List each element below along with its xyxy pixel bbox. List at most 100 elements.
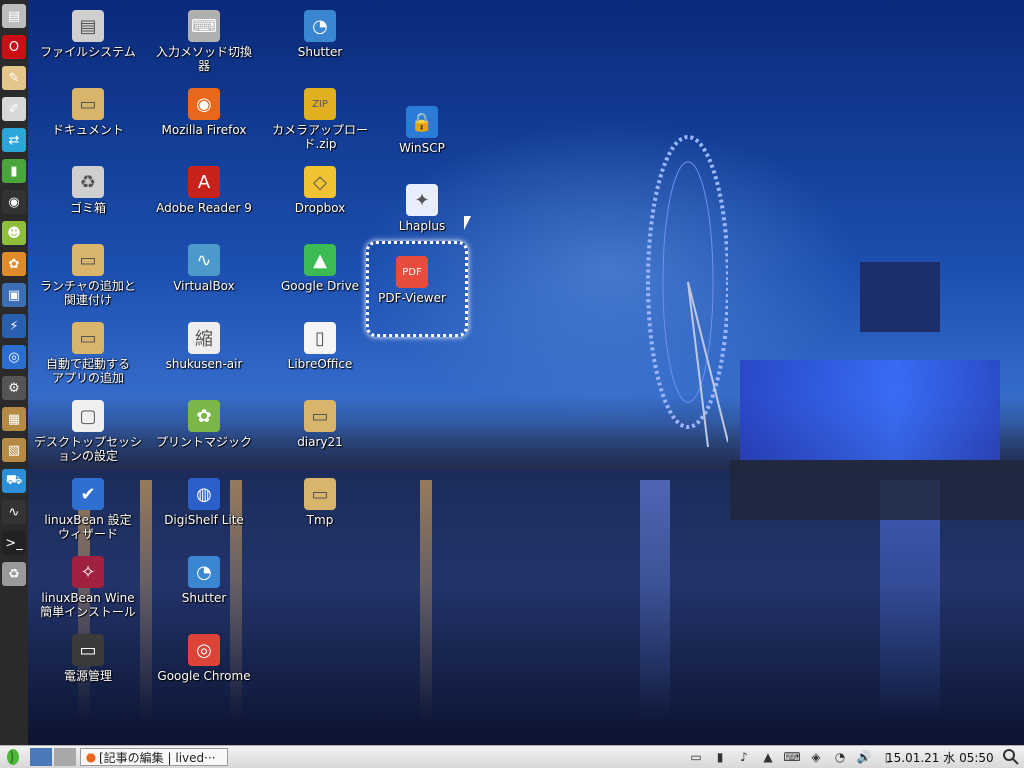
magnifier-icon[interactable] xyxy=(1002,748,1020,766)
google-drive-icon: ▲ xyxy=(304,244,336,276)
desktop-icon[interactable]: ▭ 電源管理 xyxy=(30,634,146,683)
desktop-icon-label: LibreOffice xyxy=(287,357,353,371)
desktop-icon[interactable]: ✿ プリントマジック xyxy=(146,400,262,449)
paint-icon[interactable]: ✿ xyxy=(2,252,26,276)
desktop-icon[interactable]: ZIP カメラアップロー ド.zip xyxy=(262,88,378,151)
image-viewer-icon[interactable]: ▣ xyxy=(2,283,26,307)
desktop-icon-label: Shutter xyxy=(297,45,343,59)
shutter-icon[interactable]: ◔ xyxy=(832,749,848,765)
desktop-icon[interactable]: ∿ VirtualBox xyxy=(146,244,262,293)
drive-icon[interactable]: ▤ xyxy=(2,4,26,28)
installer-icon[interactable]: ▧ xyxy=(2,438,26,462)
desktop-icon-label: WinSCP xyxy=(399,141,445,155)
folder-icon: ▭ xyxy=(72,244,104,276)
clock[interactable]: 15.01.21 水 05:50 xyxy=(886,748,994,766)
green-app-icon[interactable]: ▮ xyxy=(2,159,26,183)
virtualbox-icon: ∿ xyxy=(188,244,220,276)
desktop-icon[interactable]: A Adobe Reader 9 xyxy=(146,166,262,215)
keyboard-icon[interactable]: ⌨ xyxy=(783,749,800,765)
desktop-icon[interactable]: ◉ Mozilla Firefox xyxy=(146,88,262,137)
libreoffice-icon: ▯ xyxy=(304,322,336,354)
desktop-icon[interactable]: ▭ ランチャの追加と 関連付け xyxy=(30,244,146,307)
ferris-wheel xyxy=(646,135,728,448)
lightning-icon[interactable]: ⚡ xyxy=(2,314,26,338)
desktop-icon[interactable]: ◇ Dropbox xyxy=(262,166,378,215)
monitor-icon[interactable]: ∿ xyxy=(2,500,26,524)
network-icon[interactable]: ⇄ xyxy=(2,128,26,152)
adobe-reader-icon: A xyxy=(188,166,220,198)
taskbar: ● [記事の編集 | lived··· ▭ ▮ ♪ ▲ ⌨ ◈ ◔ 🔊 ▯ 15.01.21 水… xyxy=(0,745,1024,768)
desktop-icon[interactable]: ▭ 自動で起動する アプリの追加 xyxy=(30,322,146,385)
desktop-icon[interactable]: 🔒 WinSCP xyxy=(364,106,480,155)
app-launcher: ▤ O ✎ ✐ ⇄ ▮ ◉ ☻ ✿ ▣ ⚡ ◎ ⚙ ▦ ▧ ⛟ ∿ >_ ♻ xyxy=(0,0,28,746)
desktop-icon[interactable]: ▯ LibreOffice xyxy=(262,322,378,371)
drive-icon[interactable]: ▲ xyxy=(760,749,776,765)
folder-icon: ▭ xyxy=(72,88,104,120)
firefox-icon: ● xyxy=(85,750,97,764)
zip-icon: ZIP xyxy=(304,88,336,120)
digishelf-icon: ◍ xyxy=(188,478,220,510)
desktop-icon[interactable]: ✦ Lhaplus xyxy=(364,184,480,233)
desktop-icon[interactable]: ▭ Tmp xyxy=(262,478,378,527)
wizard-icon: ✔ xyxy=(72,478,104,510)
desktop-icon[interactable]: ✔ linuxBean 設定 ウィザード xyxy=(30,478,146,541)
desktop-icon[interactable]: 縮 shukusen-air xyxy=(146,322,262,371)
speaker-icon[interactable]: 🔊 xyxy=(856,749,872,765)
notes-icon[interactable]: ✎ xyxy=(2,66,26,90)
desktop-icon-label: shukusen-air xyxy=(165,357,243,371)
desktop-icon-label: 電源管理 xyxy=(63,669,112,683)
workspace-1[interactable] xyxy=(30,748,52,766)
desktop-icon-label: diary21 xyxy=(297,435,343,449)
desktop-icon[interactable]: ◔ Shutter xyxy=(146,556,262,605)
desktop-icon[interactable]: ▭ diary21 xyxy=(262,400,378,449)
cart-icon[interactable]: ⛟ xyxy=(2,469,26,493)
desktop-icon-label: プリントマジック xyxy=(155,435,252,449)
desktop-icon-label: 自動で起動する アプリの追加 xyxy=(45,357,130,385)
desktop-icon[interactable]: ◔ Shutter xyxy=(262,10,378,59)
desktop-icon[interactable]: ▢ デスクトップセッシ ョンの設定 xyxy=(30,400,146,463)
desktop-icon-label: ゴミ箱 xyxy=(69,201,106,215)
desktop-icon[interactable]: ◍ DigiShelf Lite xyxy=(146,478,262,527)
workspace-2[interactable] xyxy=(54,748,76,766)
frog-icon[interactable]: ☻ xyxy=(2,221,26,245)
desktop-icon[interactable]: ✧ linuxBean Wine 簡単インストール xyxy=(30,556,146,619)
winscp-icon: 🔒 xyxy=(406,106,438,138)
desktop-icon-label: Adobe Reader 9 xyxy=(156,201,252,215)
wallpaper-tower xyxy=(860,262,940,332)
printmagic-icon: ✿ xyxy=(188,400,220,432)
wallpaper-embankment xyxy=(730,460,1024,520)
volume-icon[interactable]: ♪ xyxy=(736,749,752,765)
desktop-icon[interactable]: ♻ ゴミ箱 xyxy=(30,166,146,215)
taskbar-window-button[interactable]: ● [記事の編集 | lived··· xyxy=(80,748,228,766)
shukusen-icon: 縮 xyxy=(188,322,220,354)
desktop-icon[interactable]: ▭ ドキュメント xyxy=(30,88,146,137)
bean-menu-icon[interactable] xyxy=(4,748,24,766)
wallpaper-reflection xyxy=(640,480,670,720)
terminal-icon[interactable]: >_ xyxy=(2,531,26,555)
desktop-icon-label: ランチャの追加と 関連付け xyxy=(40,279,136,307)
camera-icon[interactable]: ◉ xyxy=(2,190,26,214)
text-editor-icon[interactable]: ✐ xyxy=(2,97,26,121)
taskbar-window-label: [記事の編集 | lived··· xyxy=(99,750,216,765)
trash-icon[interactable]: ♻ xyxy=(2,562,26,586)
shutter-icon: ◔ xyxy=(304,10,336,42)
signal-icon[interactable]: ▮ xyxy=(712,749,728,765)
settings-icon[interactable]: ⚙ xyxy=(2,376,26,400)
folder-icon: ▭ xyxy=(304,400,336,432)
package-icon[interactable]: ▦ xyxy=(2,407,26,431)
firefox-icon: ◉ xyxy=(188,88,220,120)
desktop-icon-label: カメラアップロー ド.zip xyxy=(271,123,368,151)
drive-icon: ▤ xyxy=(72,10,104,42)
desktop-icon[interactable]: ▤ ファイルシステム xyxy=(30,10,146,59)
wireless-icon[interactable]: ◎ xyxy=(2,345,26,369)
desktop-icon[interactable]: ⌨ 入力メソッド切換 器 xyxy=(146,10,262,73)
trash-icon: ♻ xyxy=(72,166,104,198)
desktop-icon-label: デスクトップセッシ ョンの設定 xyxy=(33,435,142,463)
desktop-icon-label: 入力メソッド切換 器 xyxy=(155,45,252,73)
desktop-icon[interactable]: ◎ Google Chrome xyxy=(146,634,262,683)
folder-icon: ▭ xyxy=(304,478,336,510)
wifi-icon[interactable]: ◈ xyxy=(808,749,824,765)
opera-icon[interactable]: O xyxy=(2,35,26,59)
desktop-icon-label: linuxBean Wine 簡単インストール xyxy=(40,591,136,619)
battery-icon[interactable]: ▭ xyxy=(688,749,704,765)
